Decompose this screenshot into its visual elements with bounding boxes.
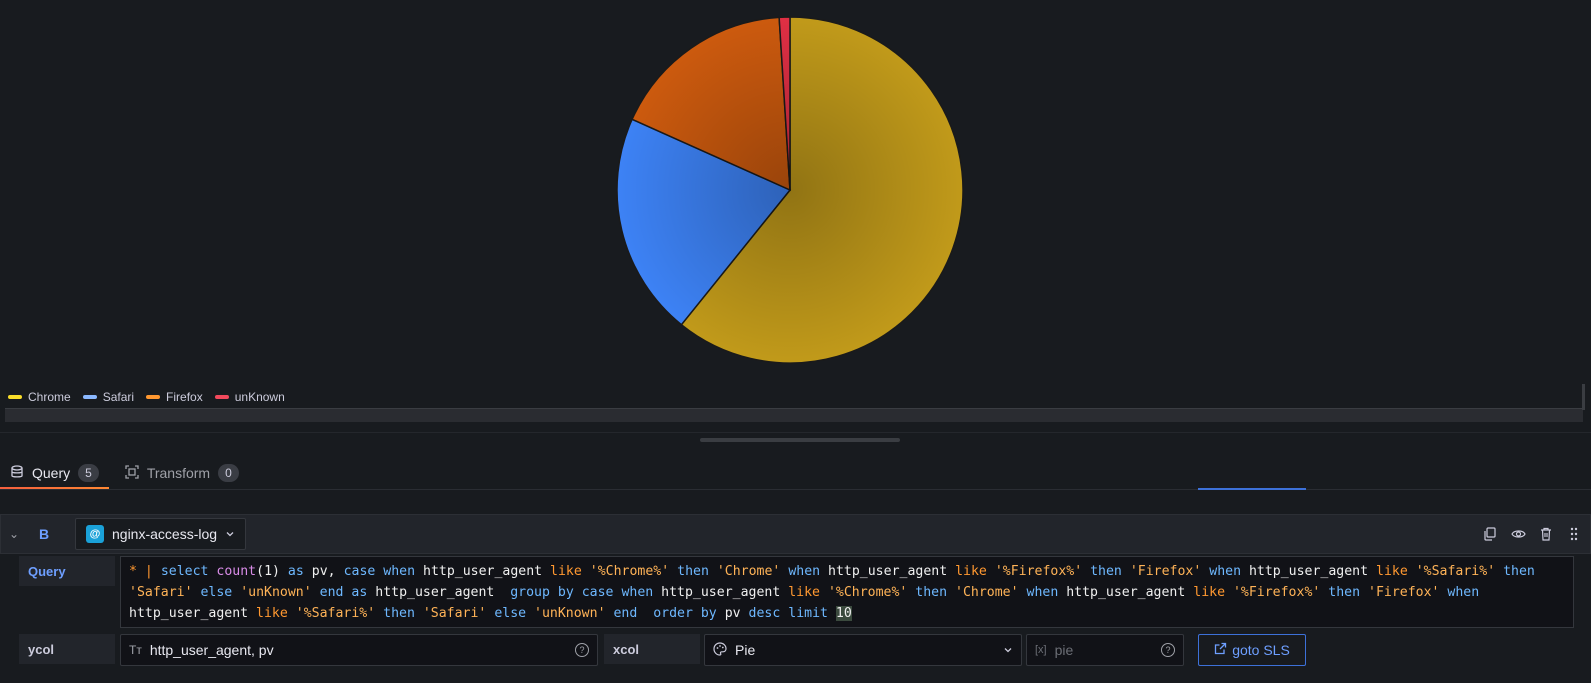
chevron-down-icon <box>225 526 235 542</box>
tabs-divider-accent <box>1198 488 1306 490</box>
editor-tabs: Query 5 Transform 0 <box>0 456 249 490</box>
query-editor[interactable]: * | select count(1) as pv, case when htt… <box>120 556 1574 628</box>
legend-swatch <box>146 395 161 399</box>
database-icon <box>10 464 24 482</box>
ycol-input[interactable]: Tт http_user_agent, pv ? <box>120 634 598 666</box>
tab-transform-label: Transform <box>146 465 211 481</box>
tabs-divider <box>0 489 1591 490</box>
external-link-icon <box>1214 642 1227 658</box>
legend-swatch <box>214 395 229 399</box>
trash-icon[interactable] <box>1538 526 1554 542</box>
tab-query-count: 5 <box>78 464 99 482</box>
ycol-label: ycol <box>19 634 115 664</box>
query-row-actions <box>1482 526 1582 542</box>
tab-transform-count: 0 <box>218 464 239 482</box>
variable-icon: [x] <box>1035 644 1047 656</box>
pie-chart <box>616 16 964 364</box>
legend-label: Firefox <box>166 390 203 404</box>
xcol-value: Pie <box>735 642 756 658</box>
tab-query[interactable]: Query 5 <box>0 456 109 490</box>
legend-label: unKnown <box>234 390 285 404</box>
goto-sls-label: goto SLS <box>1232 642 1290 658</box>
help-icon[interactable]: ? <box>575 643 589 657</box>
extra-input-placeholder: pie <box>1054 642 1074 658</box>
drag-handle-icon[interactable] <box>1566 526 1582 542</box>
panel-editor-splitter <box>0 432 1591 433</box>
eye-icon[interactable] <box>1510 526 1526 542</box>
tab-transform[interactable]: Transform 0 <box>115 456 249 490</box>
ycol-value: http_user_agent, pv <box>149 642 274 658</box>
chart-legend: Chrome Safari Firefox unKnown <box>8 390 285 404</box>
datasource-logo-icon: @ <box>86 525 104 543</box>
palette-icon <box>713 641 727 659</box>
chevron-down-icon <box>1003 642 1013 658</box>
resize-handle[interactable] <box>700 438 900 442</box>
legend-item-unknown[interactable]: unKnown <box>214 390 285 404</box>
legend-swatch <box>82 395 97 399</box>
chevron-down-icon[interactable]: ⌄ <box>3 527 25 541</box>
tab-query-label: Query <box>32 465 71 481</box>
legend-item-chrome[interactable]: Chrome <box>8 390 71 404</box>
panel-visualization: Chrome Safari Firefox unKnown <box>0 0 1591 422</box>
legend-item-firefox[interactable]: Firefox <box>146 390 203 404</box>
datasource-name: nginx-access-log <box>112 526 218 542</box>
legend-label: Chrome <box>28 390 71 404</box>
legend-swatch <box>8 395 22 399</box>
query-field-label: Query <box>19 556 115 586</box>
transform-icon <box>125 464 139 482</box>
text-type-icon: Tт <box>129 643 142 657</box>
panel-vertical-scrollbar[interactable] <box>1582 384 1585 410</box>
query-row-header: ⌄ B @ nginx-access-log <box>0 514 1591 554</box>
goto-sls-button[interactable]: goto SLS <box>1198 634 1306 666</box>
xcol-select[interactable]: Pie <box>704 634 1022 666</box>
legend-label: Safari <box>102 390 135 404</box>
query-ref-id[interactable]: B <box>25 526 75 542</box>
copy-icon[interactable] <box>1482 526 1498 542</box>
legend-item-safari[interactable]: Safari <box>82 390 135 404</box>
help-icon[interactable]: ? <box>1161 643 1175 657</box>
datasource-picker[interactable]: @ nginx-access-log <box>75 518 247 550</box>
panel-horizontal-scrollbar[interactable] <box>5 408 1583 422</box>
xcol-label: xcol <box>604 634 700 664</box>
extra-input[interactable]: [x] pie ? <box>1026 634 1184 666</box>
